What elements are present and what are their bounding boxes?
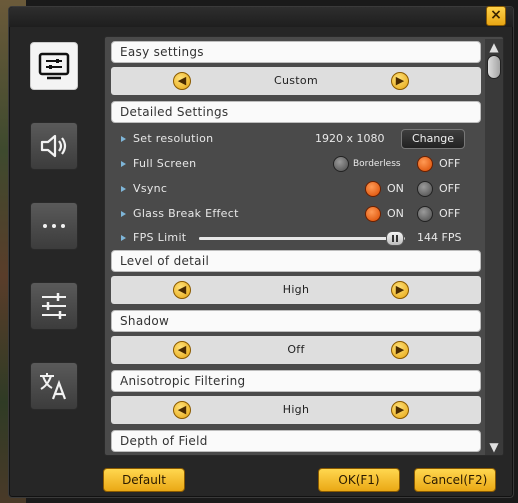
fullscreen-borderless-label: Borderless (353, 159, 401, 169)
easy-settings-prev-arrow-icon[interactable]: ◀ (173, 72, 191, 90)
settings-scroll-area[interactable]: Easy settings Custom ◀ ▶ Detailed Settin… (105, 37, 483, 455)
fps-limit-value: 144 FPS (417, 231, 462, 244)
shadow-value: Off (287, 343, 305, 356)
sidebar-item-controls[interactable] (30, 282, 78, 330)
easy-settings-selector: Custom ◀ ▶ (111, 67, 481, 95)
ok-button[interactable]: OK(F1) (318, 468, 400, 492)
resolution-value: 1920 x 1080 (315, 132, 385, 145)
fps-slider-handle[interactable] (385, 231, 404, 246)
change-resolution-button[interactable]: Change (401, 129, 465, 149)
scrollbar-thumb[interactable] (487, 55, 501, 79)
fps-limit-label: FPS Limit (133, 231, 187, 244)
section-header-shadow: Shadow (111, 310, 481, 332)
setting-row-fps-limit: FPS Limit 144 FPS (119, 228, 479, 248)
vsync-on-label: ON (387, 182, 404, 195)
fps-slider-fill (199, 237, 395, 240)
glass-break-on-label: ON (387, 207, 404, 220)
bullet-icon (121, 235, 126, 241)
cancel-button[interactable]: Cancel(F2) (414, 468, 496, 492)
section-header-anisotropic-filtering: Anisotropic Filtering (111, 370, 481, 392)
fullscreen-off-label: OFF (439, 157, 461, 170)
shadow-selector: Off ◀ ▶ (111, 336, 481, 364)
scroll-up-arrow-icon[interactable]: ▲ (485, 39, 503, 55)
easy-settings-next-arrow-icon[interactable]: ▶ (391, 72, 409, 90)
fullscreen-borderless-radio[interactable] (333, 156, 349, 172)
close-button[interactable]: × (486, 6, 506, 26)
bullet-icon (121, 161, 126, 167)
monitor-icon (38, 52, 70, 80)
shadow-prev-arrow-icon[interactable]: ◀ (173, 341, 191, 359)
setting-row-resolution: Set resolution 1920 x 1080 Change (119, 129, 479, 149)
level-of-detail-prev-arrow-icon[interactable]: ◀ (173, 281, 191, 299)
vsync-label: Vsync (133, 182, 168, 195)
fps-slider-track[interactable] (199, 237, 405, 240)
sliders-icon (42, 293, 66, 319)
sidebar-item-language[interactable] (30, 362, 78, 410)
glass-break-label: Glass Break Effect (133, 207, 239, 220)
shadow-next-arrow-icon[interactable]: ▶ (391, 341, 409, 359)
setting-row-vsync: Vsync ON OFF (119, 179, 479, 199)
resolution-label: Set resolution (133, 132, 214, 145)
fullscreen-label: Full Screen (133, 157, 197, 170)
vsync-on-radio[interactable] (365, 181, 381, 197)
anisotropic-filtering-next-arrow-icon[interactable]: ▶ (391, 401, 409, 419)
translate-icon (40, 373, 67, 400)
level-of-detail-next-arrow-icon[interactable]: ▶ (391, 281, 409, 299)
easy-settings-value: Custom (274, 74, 318, 87)
ellipsis-icon (43, 224, 65, 228)
fullscreen-off-radio[interactable] (417, 156, 433, 172)
sidebar-item-more[interactable] (30, 202, 78, 250)
section-header-easy-settings: Easy settings (111, 41, 481, 63)
section-header-detailed-settings: Detailed Settings (111, 101, 481, 123)
setting-row-glass-break: Glass Break Effect ON OFF (119, 204, 479, 224)
sidebar-item-display[interactable] (30, 42, 78, 90)
anisotropic-filtering-value: High (282, 403, 310, 416)
bullet-icon (121, 136, 126, 142)
bullet-icon (121, 186, 126, 192)
glass-break-off-radio[interactable] (417, 206, 433, 222)
level-of-detail-selector: High ◀ ▶ (111, 276, 481, 304)
title-bar (9, 7, 513, 27)
scroll-down-arrow-icon[interactable]: ▼ (485, 439, 503, 455)
default-button[interactable]: Default (103, 468, 185, 492)
speaker-icon (40, 134, 67, 158)
glass-break-on-radio[interactable] (365, 206, 381, 222)
vsync-off-radio[interactable] (417, 181, 433, 197)
glass-break-off-label: OFF (439, 207, 461, 220)
settings-panel: Easy settings Custom ◀ ▶ Detailed Settin… (104, 36, 504, 456)
section-header-depth-of-field: Depth of Field (111, 430, 481, 452)
section-header-level-of-detail: Level of detail (111, 250, 481, 272)
level-of-detail-value: High (282, 283, 310, 296)
vertical-scrollbar[interactable]: ▲ ▼ (485, 39, 503, 455)
setting-row-fullscreen: Full Screen Borderless OFF (119, 154, 479, 174)
anisotropic-filtering-selector: High ◀ ▶ (111, 396, 481, 424)
vsync-off-label: OFF (439, 182, 461, 195)
sidebar-item-sound[interactable] (30, 122, 78, 170)
bullet-icon (121, 211, 126, 217)
anisotropic-filtering-prev-arrow-icon[interactable]: ◀ (173, 401, 191, 419)
